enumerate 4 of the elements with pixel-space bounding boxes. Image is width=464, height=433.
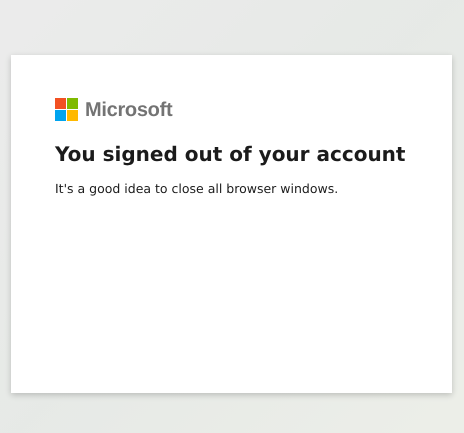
page-title: You signed out of your account [55, 142, 406, 166]
message-text: It's a good idea to close all browser windows. [55, 181, 340, 196]
logo-icon [55, 98, 79, 122]
logo-text: Microsoft [85, 98, 172, 122]
